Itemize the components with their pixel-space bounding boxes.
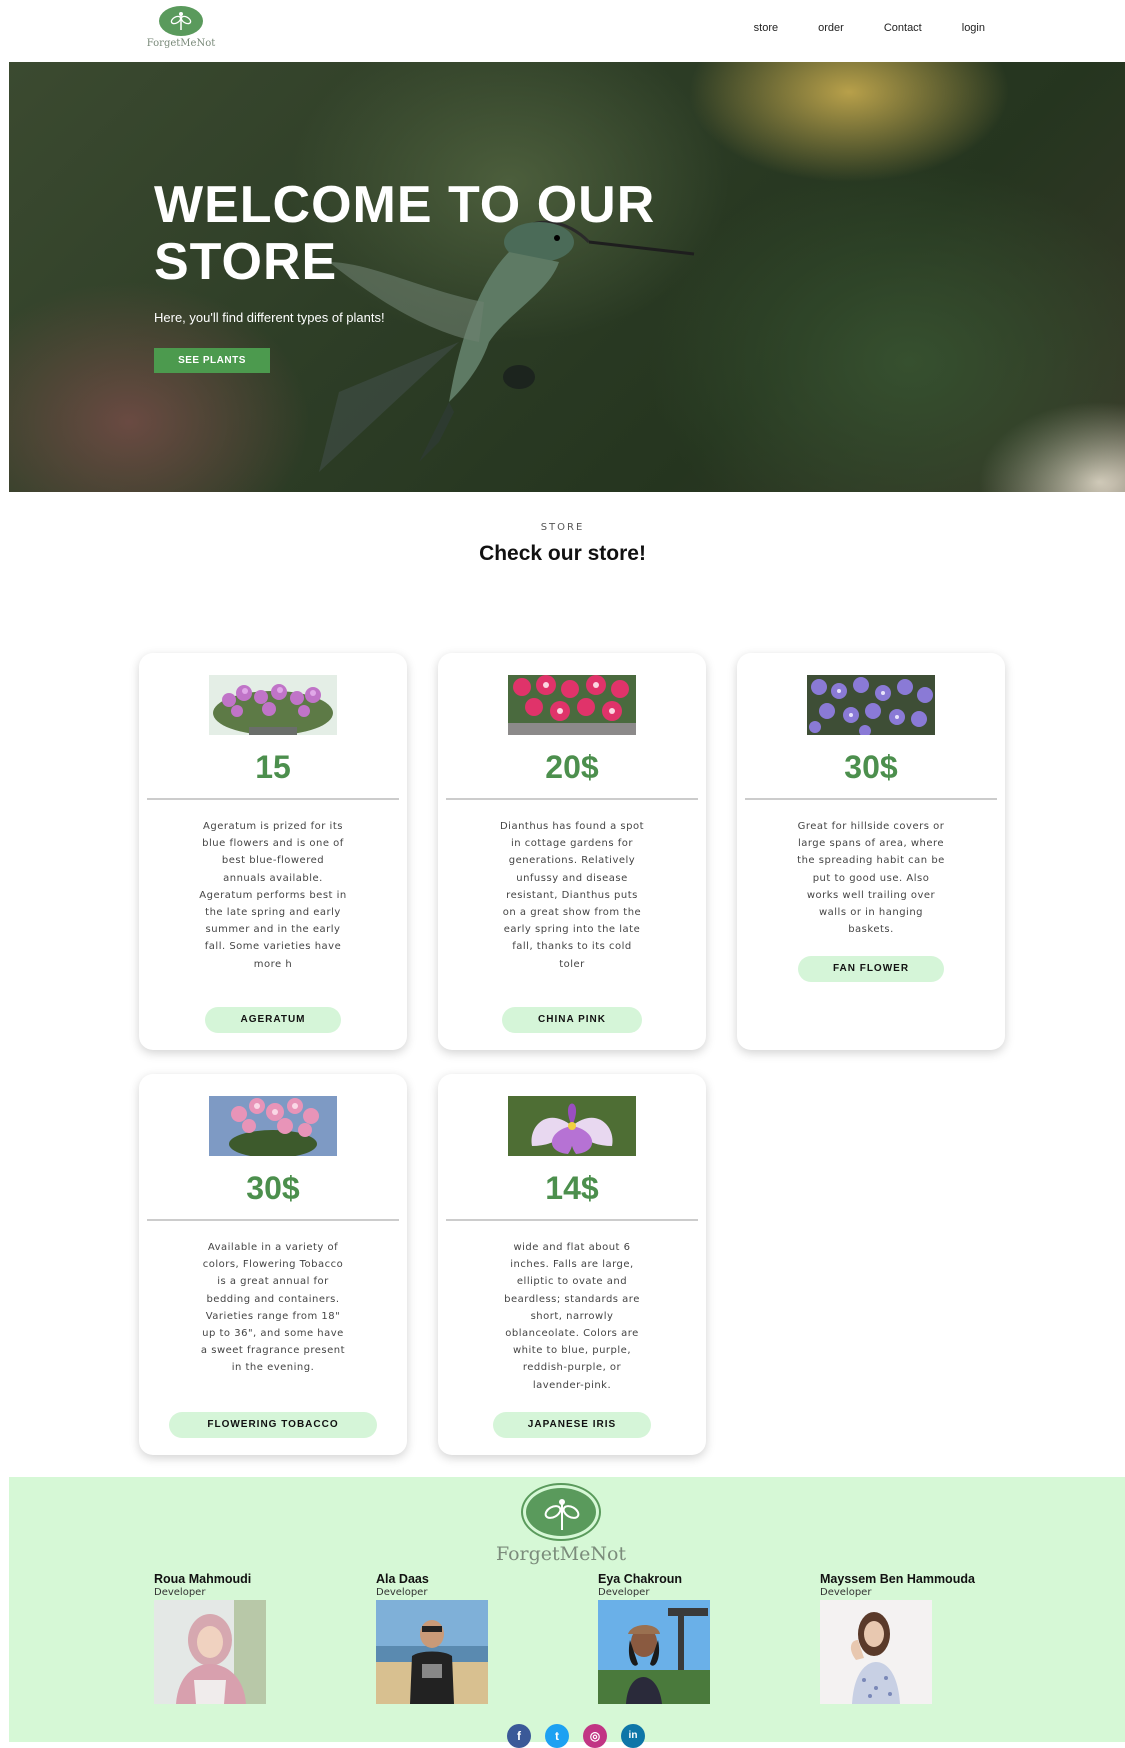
leaf-icon bbox=[521, 1483, 601, 1541]
developer-name: Eya Chakroun bbox=[598, 1572, 683, 1586]
linkedin-icon[interactable]: in bbox=[621, 1724, 645, 1748]
section-tag: STORE bbox=[540, 522, 585, 533]
instagram-icon[interactable]: ◎ bbox=[583, 1724, 607, 1748]
product-price: 20$ bbox=[545, 749, 599, 785]
divider bbox=[446, 798, 698, 800]
developer-name: Ala Daas bbox=[376, 1572, 429, 1586]
product-price: 15 bbox=[255, 749, 291, 785]
flowering-tobacco-image bbox=[209, 1096, 337, 1156]
fan-flower-image bbox=[807, 675, 935, 735]
product-card: 30$ Great for hillside covers or large s… bbox=[737, 653, 1005, 1050]
nav-link-contact[interactable]: Contact bbox=[884, 22, 922, 34]
product-description: wide and flat about 6 inches. Falls are … bbox=[504, 1242, 640, 1391]
product-card: 15 Ageratum is prized for its blue flowe… bbox=[139, 653, 407, 1050]
product-card: 30$ Available in a variety of colors, Fl… bbox=[139, 1074, 407, 1455]
divider bbox=[446, 1219, 698, 1221]
product-price: 30$ bbox=[844, 749, 898, 785]
developer-role: Developer bbox=[154, 1587, 206, 1598]
product-name-button[interactable]: AGERATUM bbox=[205, 1007, 341, 1033]
nav-link-order[interactable]: order bbox=[818, 22, 844, 34]
developer-role: Developer bbox=[376, 1587, 428, 1598]
product-card: 20$ Dianthus has found a spot in cottage… bbox=[438, 653, 706, 1050]
hero-title: WELCOME TO OUR STORE bbox=[154, 176, 656, 291]
product-name-button[interactable]: FLOWERING TOBACCO bbox=[169, 1412, 377, 1438]
developer-card: Mayssem Ben Hammouda Developer bbox=[820, 1572, 1020, 1704]
nav-link-store[interactable]: store bbox=[754, 22, 778, 34]
footer-logo[interactable]: ForgetMeNot bbox=[471, 1483, 651, 1565]
divider bbox=[147, 1219, 399, 1221]
ageratum-image bbox=[209, 675, 337, 735]
product-description: Great for hillside covers or large spans… bbox=[797, 821, 945, 936]
hero-subtitle: Here, you'll find different types of pla… bbox=[154, 310, 385, 325]
section-title: Check our store! bbox=[479, 542, 646, 565]
developer-card: Ala Daas Developer bbox=[376, 1572, 576, 1704]
developer-card: Eya Chakroun Developer bbox=[598, 1572, 798, 1704]
see-plants-button[interactable]: SEE PLANTS bbox=[154, 348, 270, 373]
developer-photo bbox=[376, 1600, 488, 1704]
product-name-button[interactable]: CHINA PINK bbox=[502, 1007, 642, 1033]
china-pink-image bbox=[508, 675, 636, 735]
developer-role: Developer bbox=[820, 1587, 872, 1598]
product-price: 14$ bbox=[545, 1170, 599, 1206]
developer-name: Mayssem Ben Hammouda bbox=[820, 1572, 975, 1586]
developer-photo bbox=[598, 1600, 710, 1704]
nav-links: store order Contact login bbox=[754, 22, 985, 34]
developer-role: Developer bbox=[598, 1587, 650, 1598]
divider bbox=[147, 798, 399, 800]
footer: ForgetMeNot Roua Mahmoudi Developer Ala … bbox=[9, 1477, 1125, 1748]
facebook-icon[interactable]: f bbox=[507, 1724, 531, 1748]
developer-name: Roua Mahmoudi bbox=[154, 1572, 252, 1586]
product-price: 30$ bbox=[246, 1170, 300, 1206]
developer-photo bbox=[154, 1600, 266, 1704]
nav-link-login[interactable]: login bbox=[962, 22, 985, 34]
footer-brand-name: ForgetMeNot bbox=[495, 1543, 627, 1565]
product-description: Available in a variety of colors, Flower… bbox=[200, 1242, 346, 1374]
top-nav: ForgetMeNot store order Contact login bbox=[0, 0, 1125, 62]
product-description: Dianthus has found a spot in cottage gar… bbox=[499, 821, 645, 970]
product-name-button[interactable]: FAN FLOWER bbox=[798, 956, 944, 982]
japanese-iris-image bbox=[508, 1096, 636, 1156]
hero-banner: WELCOME TO OUR STORE Here, you'll find d… bbox=[9, 62, 1125, 492]
developer-photo bbox=[820, 1600, 932, 1704]
brand-name: ForgetMeNot bbox=[146, 38, 216, 49]
divider bbox=[745, 798, 997, 800]
twitter-icon[interactable]: t bbox=[545, 1724, 569, 1748]
product-description: Ageratum is prized for its blue flowers … bbox=[199, 821, 347, 970]
product-name-button[interactable]: JAPANESE IRIS bbox=[493, 1412, 651, 1438]
brand-logo[interactable]: ForgetMeNot bbox=[140, 6, 222, 50]
social-links: f t ◎ in bbox=[507, 1724, 645, 1748]
product-card: 14$ wide and flat about 6 inches. Falls … bbox=[438, 1074, 706, 1455]
developer-card: Roua Mahmoudi Developer bbox=[154, 1572, 354, 1704]
leaf-icon bbox=[159, 6, 203, 36]
